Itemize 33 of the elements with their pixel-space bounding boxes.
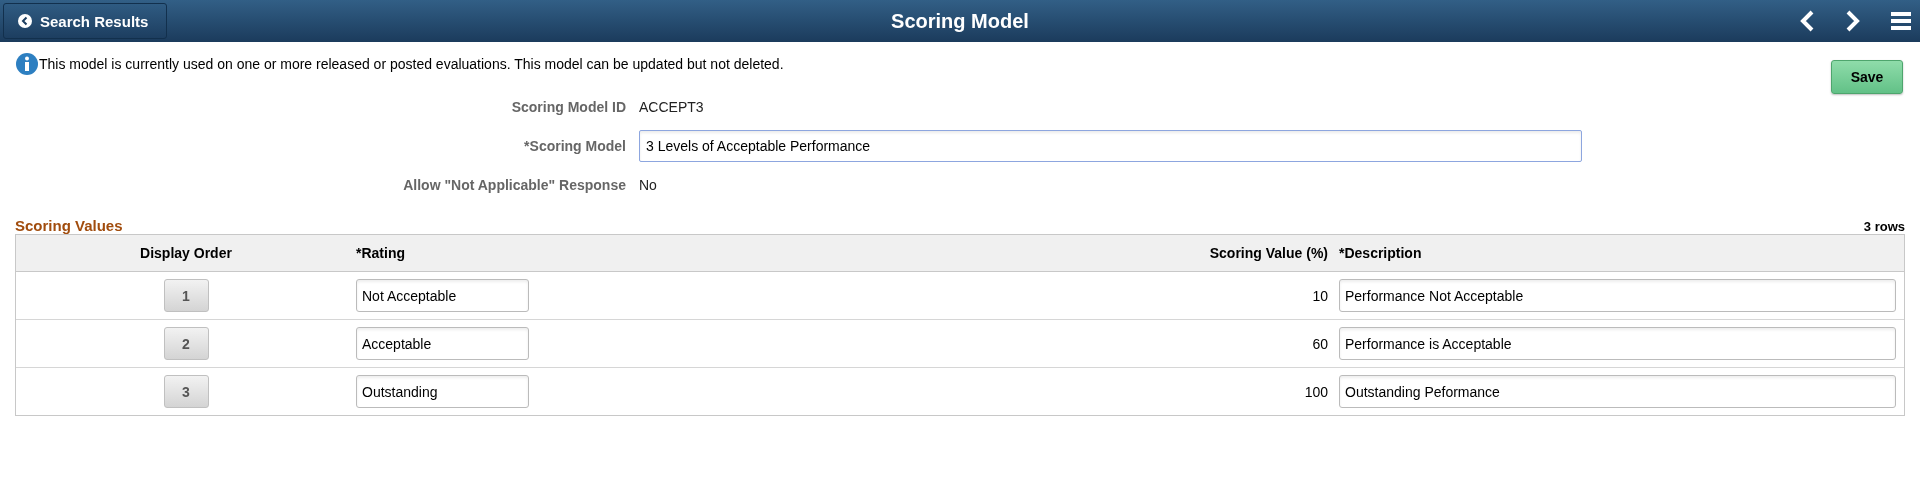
section-title: Scoring Values	[15, 217, 123, 234]
field-label: Allow "Not Applicable" Response	[402, 175, 626, 195]
column-header: Display Order	[140, 245, 232, 261]
row-count: 3 rows	[1863, 219, 1905, 234]
rating-field[interactable]: Outstanding	[356, 375, 529, 408]
field-value: No	[639, 176, 657, 193]
field-label: *Scoring Model	[523, 136, 626, 156]
table-cell: 60	[1312, 335, 1328, 352]
table-cell: 10	[1312, 287, 1328, 304]
scoring-model-field[interactable]: 3 Levels of Acceptable Performance	[639, 129, 1582, 162]
save-button[interactable]: Save	[1831, 60, 1903, 94]
info-icon	[16, 52, 38, 75]
field-value: ACCEPT3	[639, 98, 704, 115]
description-field[interactable]: Outstanding Peformance	[1339, 375, 1896, 408]
back-button[interactable]: Search Results	[3, 3, 168, 39]
rating-field[interactable]: Acceptable	[356, 327, 529, 360]
order-button[interactable]: 1	[163, 279, 209, 312]
column-header: Scoring Value (%)	[1209, 245, 1328, 261]
menu-icon[interactable]	[1891, 12, 1911, 30]
description-field[interactable]: Performance is Acceptable	[1339, 327, 1896, 360]
column-header: *Description	[1339, 245, 1422, 261]
order-button[interactable]: 3	[163, 375, 209, 408]
column-header: *Rating	[356, 245, 405, 261]
order-button[interactable]: 2	[163, 327, 209, 360]
info-message: This model is currently used on one or more released or posted evaluations. This model can be updated but not deleted.	[39, 55, 784, 72]
description-field[interactable]: Performance Not Acceptable	[1339, 279, 1896, 312]
next-icon[interactable]	[1845, 10, 1861, 32]
previous-icon[interactable]	[1799, 10, 1815, 32]
field-label: Scoring Model ID	[510, 97, 626, 117]
chevron-left-icon	[18, 14, 32, 28]
rating-field[interactable]: Not Acceptable	[356, 279, 529, 312]
page-title: Scoring Model	[891, 9, 1029, 32]
table-cell: 100	[1304, 383, 1328, 400]
